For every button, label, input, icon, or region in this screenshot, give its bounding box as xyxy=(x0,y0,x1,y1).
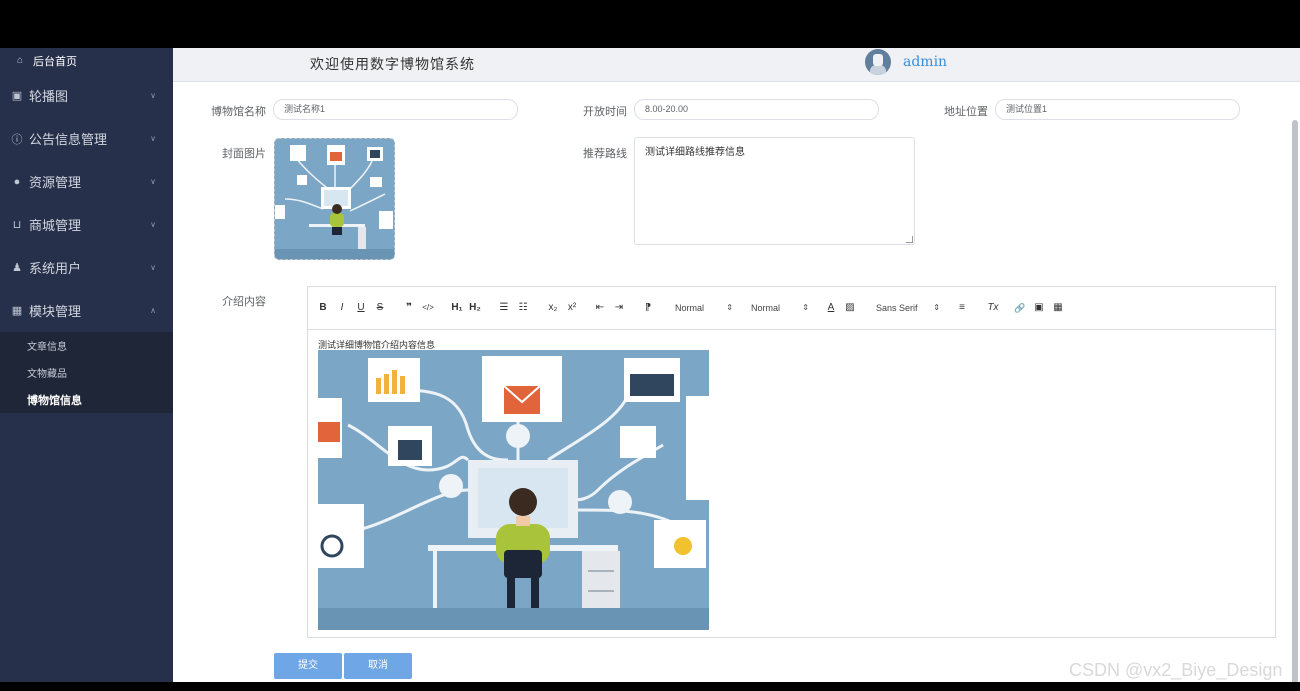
sidebar-item-label: 商城管理 xyxy=(29,218,82,233)
ordered-list-button[interactable]: ☰ xyxy=(498,301,510,315)
resize-handle[interactable] xyxy=(906,236,913,243)
background-color-button[interactable]: ▨ xyxy=(844,301,856,315)
sidebar-item-resources[interactable]: ● 资源管理 ∨ xyxy=(0,160,173,203)
home-icon: ⌂ xyxy=(17,55,24,66)
recommended-route-label: 推荐路线 xyxy=(583,148,627,160)
cover-image-label: 封面图片 xyxy=(222,148,266,160)
intro-image xyxy=(318,350,709,630)
watermark: CSDN @vx2_Biye_Design xyxy=(1069,660,1283,680)
chevron-up-icon: ∧ xyxy=(150,305,156,315)
sidebar-subitem-museum-info[interactable]: 博物馆信息 xyxy=(0,386,173,413)
code-block-button[interactable]: </> xyxy=(421,301,435,315)
recommended-route-textarea[interactable]: 测试详细路线推荐信息 xyxy=(634,137,915,245)
select-arrows-icon: ⇕ xyxy=(726,303,733,312)
image-button[interactable]: ▣ xyxy=(1033,301,1045,315)
app-window: ⌂ 后台首页 ▣ 轮播图 ∨ ⓘ 公告信息管理 ∨ ● 资源管理 ∨ ⊔ 商城管… xyxy=(0,48,1300,682)
chevron-down-icon: ∨ xyxy=(150,262,156,272)
grid-icon: ▦ xyxy=(11,305,23,317)
submit-button[interactable]: 提交 xyxy=(274,653,342,679)
sidebar-home-label: 后台首页 xyxy=(33,56,77,68)
header-select[interactable]: Normal ⇕ xyxy=(751,301,809,315)
sidebar-subitem-relics[interactable]: 文物藏品 xyxy=(0,359,173,386)
sidebar-item-label: 系统用户 xyxy=(29,261,82,276)
location-icon: ● xyxy=(13,175,21,188)
header-select-value: Normal xyxy=(751,303,781,313)
clean-format-button[interactable]: Tx xyxy=(986,301,1000,315)
avatar-body xyxy=(870,65,886,75)
user-icon: ♟ xyxy=(12,262,22,274)
sidebar-item-label: 模块管理 xyxy=(29,304,82,319)
chevron-down-icon: ∨ xyxy=(150,219,156,229)
editor-body[interactable]: 测试详细博物馆介绍内容信息 xyxy=(308,331,1275,637)
select-arrows-icon: ⇕ xyxy=(802,303,809,312)
sidebar-item-label: 资源管理 xyxy=(29,175,82,190)
italic-button[interactable]: I xyxy=(337,301,347,315)
select-arrows-icon: ⇕ xyxy=(933,303,940,312)
header2-button[interactable]: H₂ xyxy=(468,301,482,315)
top-header: 欢迎使用数字博物馆系统 admin xyxy=(173,48,1300,82)
sidebar-item-notices[interactable]: ⓘ 公告信息管理 ∨ xyxy=(0,117,173,160)
intro-illustration xyxy=(318,350,709,630)
page-title: 欢迎使用数字博物馆系统 xyxy=(310,57,475,73)
museum-name-input[interactable]: 测试名称1 xyxy=(273,99,518,120)
outdent-button[interactable]: ⇤ xyxy=(594,301,606,315)
chevron-down-icon: ∨ xyxy=(150,90,156,100)
font-select-value: Sans Serif xyxy=(876,303,918,313)
sidebar-subitem-label: 文物藏品 xyxy=(27,369,67,380)
address-input[interactable]: 测试位置1 xyxy=(995,99,1240,120)
cancel-button[interactable]: 取消 xyxy=(344,653,412,679)
sidebar-subitem-label: 博物馆信息 xyxy=(27,394,82,407)
avatar[interactable] xyxy=(865,49,891,75)
chevron-down-icon: ∨ xyxy=(150,133,156,143)
size-select[interactable]: Normal ⇕ xyxy=(675,301,733,315)
address-label: 地址位置 xyxy=(944,106,988,118)
sidebar-subitem-label: 文章信息 xyxy=(27,342,67,353)
sidebar-item-label: 轮播图 xyxy=(29,89,69,104)
size-select-value: Normal xyxy=(675,303,705,313)
chevron-down-icon: ∨ xyxy=(150,176,156,186)
opening-hours-label: 开放时间 xyxy=(583,106,627,118)
sidebar-home[interactable]: ⌂ 后台首页 xyxy=(0,48,173,74)
sidebar-item-modules[interactable]: ▦ 模块管理 ∧ xyxy=(0,289,173,332)
link-button[interactable]: 🔗 xyxy=(1014,301,1026,315)
picture-icon: ▣ xyxy=(11,90,23,102)
info-icon: ⓘ xyxy=(11,133,23,146)
intro-content-label: 介绍内容 xyxy=(222,296,266,308)
opening-hours-input[interactable]: 8.00-20.00 xyxy=(634,99,879,120)
main-content: 博物馆名称 测试名称1 开放时间 8.00-20.00 地址位置 测试位置1 封… xyxy=(173,82,1300,682)
museum-name-label: 博物馆名称 xyxy=(211,106,266,118)
sidebar-item-users[interactable]: ♟ 系统用户 ∨ xyxy=(0,246,173,289)
strike-button[interactable]: S xyxy=(375,301,385,315)
superscript-button[interactable]: x² xyxy=(565,301,579,315)
bold-button[interactable]: B xyxy=(318,301,328,315)
recommended-route-text: 测试详细路线推荐信息 xyxy=(645,147,745,158)
sidebar-subitem-articles[interactable]: 文章信息 xyxy=(0,332,173,359)
blockquote-button[interactable]: ❞ xyxy=(403,301,415,315)
video-button[interactable]: ▦ xyxy=(1052,301,1064,315)
rich-text-editor: B I U S ❞ </> H₁ H₂ ☰ ☷ x₂ x² ⇤ ⇥ ⁋ Norm… xyxy=(307,286,1276,638)
align-button[interactable]: ≡ xyxy=(956,301,968,315)
underline-button[interactable]: U xyxy=(356,301,366,315)
screen: ⌂ 后台首页 ▣ 轮播图 ∨ ⓘ 公告信息管理 ∨ ● 资源管理 ∨ ⊔ 商城管… xyxy=(0,0,1300,691)
sidebar: ⌂ 后台首页 ▣ 轮播图 ∨ ⓘ 公告信息管理 ∨ ● 资源管理 ∨ ⊔ 商城管… xyxy=(0,48,173,682)
sidebar-item-label: 公告信息管理 xyxy=(29,132,108,147)
text-color-button[interactable]: A xyxy=(826,301,836,315)
cart-icon: ⊔ xyxy=(12,219,22,231)
vertical-scrollbar[interactable] xyxy=(1292,120,1298,682)
sidebar-submenu: 文章信息 文物藏品 博物馆信息 xyxy=(0,332,173,413)
cover-image xyxy=(275,139,394,259)
sidebar-item-carousel[interactable]: ▣ 轮播图 ∨ xyxy=(0,74,173,117)
sidebar-item-shop[interactable]: ⊔ 商城管理 ∨ xyxy=(0,203,173,246)
font-select[interactable]: Sans Serif ⇕ xyxy=(876,301,940,315)
indent-button[interactable]: ⇥ xyxy=(613,301,625,315)
bullet-list-button[interactable]: ☷ xyxy=(517,301,529,315)
cover-image-upload[interactable] xyxy=(274,138,395,260)
subscript-button[interactable]: x₂ xyxy=(546,301,560,315)
editor-toolbar: B I U S ❞ </> H₁ H₂ ☰ ☷ x₂ x² ⇤ ⇥ ⁋ Norm… xyxy=(308,287,1275,330)
username[interactable]: admin xyxy=(903,54,947,70)
text-direction-button[interactable]: ⁋ xyxy=(642,301,654,315)
header1-button[interactable]: H₁ xyxy=(450,301,464,315)
avatar-face xyxy=(873,54,883,66)
